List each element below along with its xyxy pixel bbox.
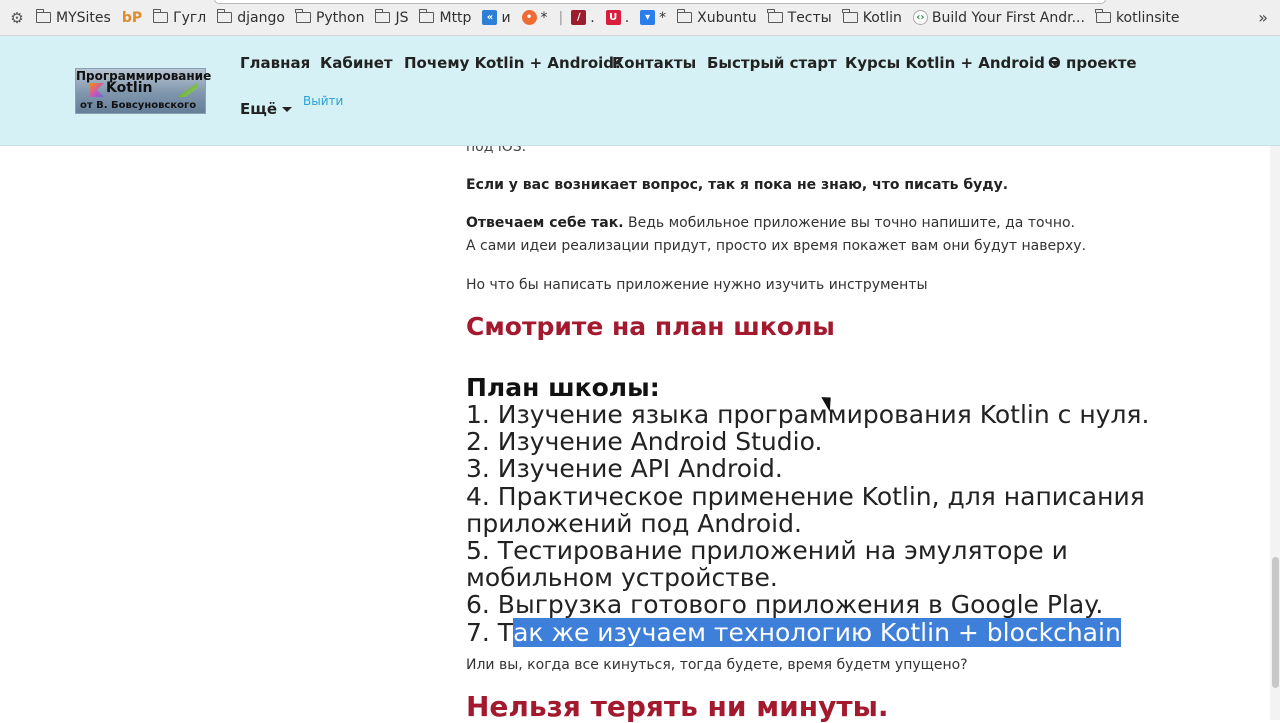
- scrollbar-thumb[interactable]: [1272, 557, 1279, 688]
- plan-title: План школы:: [466, 373, 660, 402]
- bookmark-tests[interactable]: Тесты: [767, 9, 832, 26]
- plan-item: 1. Изучение языка программирования Kotli…: [466, 400, 1150, 429]
- text-selection[interactable]: ак же изучаем технологию Kotlin + blockc…: [513, 617, 1121, 647]
- plan-item: 3. Изучение API Android.: [466, 454, 783, 484]
- bookmark-i[interactable]: «и: [482, 10, 511, 26]
- magnet-icon: U: [605, 10, 621, 25]
- kotlin-logo-icon: [90, 83, 104, 97]
- folder-icon: [1095, 9, 1111, 23]
- bookmarks-bar: ⚙ MYSites bP Гугл django Python JS Mttp …: [0, 0, 1280, 36]
- site-header: Программирование Kotlin от В. Бовсуновск…: [0, 36, 1280, 146]
- bookmark-django[interactable]: django: [216, 9, 285, 26]
- nav-about[interactable]: О проекте: [1048, 54, 1137, 72]
- answer-paragraph-line2: А сами идеи реализации придут, просто их…: [466, 238, 1087, 254]
- site-icon: «: [482, 10, 498, 25]
- bookmark-google[interactable]: Гугл: [152, 9, 206, 26]
- plan-item: 5. Тестирование приложений на эмуляторе …: [466, 536, 1068, 566]
- chevron-double-right-icon[interactable]: »: [1258, 8, 1268, 27]
- folder-icon: [374, 9, 391, 23]
- bookmark-mttp[interactable]: Mttp: [418, 9, 471, 26]
- bookmark-star-1[interactable]: • *: [521, 10, 548, 26]
- nav-cabinet[interactable]: Кабинет: [320, 54, 393, 72]
- android-logo-icon: [177, 83, 197, 97]
- heading-no-time-to-lose: Нельзя терять ни минуты.: [466, 690, 889, 723]
- bookmark-dot-1[interactable]: ∕.: [571, 10, 595, 26]
- bookmark-dot-2[interactable]: U.: [605, 10, 629, 26]
- site-icon: ∕: [571, 10, 587, 25]
- plan-item: мобильном устройстве.: [466, 563, 778, 593]
- tools-paragraph: Но что бы написать приложение нужно изуч…: [466, 277, 928, 293]
- bookmark-build-first-android[interactable]: ‹› Build Your First Andr...: [912, 10, 1085, 26]
- bookmark-bp[interactable]: bP: [122, 10, 142, 26]
- nav-courses[interactable]: Курсы Kotlin + Android: [845, 54, 1060, 72]
- bookmark-xubuntu[interactable]: Xubuntu: [676, 9, 757, 26]
- nav-home[interactable]: Главная: [240, 54, 310, 72]
- answer-paragraph: Отвечаем себе так. Ведь мобильное прилож…: [466, 215, 1075, 231]
- folder-icon: [842, 9, 858, 23]
- gear-icon[interactable]: ⚙: [8, 9, 26, 27]
- bookmark-star-2[interactable]: ▾ *: [640, 10, 666, 26]
- bookmark-mysites[interactable]: MYSites: [35, 9, 111, 26]
- nav-more[interactable]: Ещё: [240, 100, 293, 118]
- folder-icon: [767, 9, 783, 23]
- nav-why-kotlin-android[interactable]: Почему Kotlin + Android?: [404, 54, 623, 72]
- folder-icon: [418, 9, 435, 23]
- folder-icon: [35, 9, 51, 23]
- code-icon: ‹›: [912, 10, 928, 25]
- plan-item: 4. Практическое применение Kotlin, для н…: [466, 481, 1145, 511]
- plan-item: 6. Выгрузка готового приложения в Google…: [466, 590, 1104, 620]
- after-plan-paragraph: Или вы, когда все кинуться, тогда будете…: [466, 657, 968, 673]
- nav-contacts[interactable]: Контакты: [612, 54, 696, 72]
- plan-item: 2. Изучение Android Studio.: [466, 427, 823, 457]
- folder-icon: [152, 9, 169, 23]
- question-paragraph: Если у вас возникает вопрос, так я пока …: [466, 177, 1009, 193]
- plan-list: 1. Изучение языка программирования Kotli…: [466, 400, 1150, 647]
- logout-link[interactable]: Выйти: [303, 94, 343, 108]
- bookmark-js[interactable]: JS: [374, 9, 408, 26]
- folder-icon: [216, 9, 233, 23]
- bookmark-kotlin[interactable]: Kotlin: [842, 9, 902, 26]
- shield-icon: ▾: [640, 10, 656, 25]
- heading-school-plan: Смотрите на план школы: [466, 312, 835, 341]
- site-logo[interactable]: Программирование Kotlin от В. Бовсуновск…: [75, 68, 211, 114]
- caret-down-icon: [282, 107, 293, 112]
- bookmark-python[interactable]: Python: [295, 9, 364, 26]
- plan-item-selected: 7. Так же изучаем технологию Kotlin + bl…: [466, 617, 1121, 647]
- page-scrollbar[interactable]: [1270, 146, 1280, 720]
- site-icon: •: [521, 10, 537, 25]
- plan-item: приложений под Android.: [466, 508, 802, 538]
- folder-icon: [676, 9, 693, 23]
- folder-icon: [295, 9, 311, 23]
- nav-quick-start[interactable]: Быстрый старт: [707, 54, 837, 72]
- address-bar-edge[interactable]: [214, 0, 1106, 4]
- bookmark-kotlinsite[interactable]: kotlinsite: [1095, 9, 1180, 26]
